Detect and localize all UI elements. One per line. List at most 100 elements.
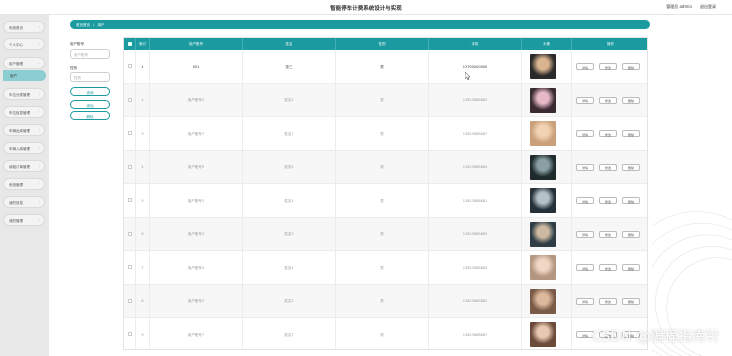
sidebar-item-label: 系统管理 (9, 183, 23, 187)
delete-row-button[interactable]: 删除 (622, 197, 640, 204)
row-checkbox[interactable] (128, 298, 132, 303)
cell-gender: 男 (336, 50, 429, 84)
cell-index: 8 (136, 284, 150, 318)
column-header: 性别 (336, 38, 429, 50)
cell-avatar (522, 117, 572, 151)
cell-avatar (522, 217, 572, 251)
row-checkbox[interactable] (128, 332, 132, 336)
edit-button[interactable]: 修改 (599, 163, 617, 171)
detail-button[interactable]: 详情 (576, 230, 594, 238)
row-checkbox[interactable] (128, 97, 132, 102)
sidebar-subitem-user[interactable]: 用户 (3, 70, 46, 81)
detail-button[interactable]: 详情 (576, 197, 594, 204)
row-select-cell (124, 117, 136, 151)
column-header: 姓名 (243, 38, 336, 50)
detail-button[interactable]: 详情 (576, 163, 594, 171)
logout-link[interactable]: 退出登录 (700, 4, 716, 10)
cell-account: 用户账号3 (150, 217, 243, 251)
delete-row-button[interactable]: 删除 (622, 297, 640, 305)
row-select-cell (124, 184, 136, 218)
delete-row-button[interactable]: 删除 (622, 63, 640, 70)
edit-button[interactable]: 修改 (599, 197, 617, 204)
edit-button[interactable]: 修改 (599, 130, 617, 137)
cell-gender: 男 (336, 284, 429, 318)
chevron-right-icon: › (38, 200, 40, 204)
sidebar-item-vehicle-out[interactable]: 车辆出库管理 › (3, 124, 45, 136)
delete-row-button[interactable]: 删除 (622, 130, 640, 137)
select-all-header[interactable] (124, 38, 136, 50)
sidebar-item-home[interactable]: 系统首页 › (3, 21, 45, 33)
detail-button[interactable]: 详情 (576, 297, 594, 305)
sidebar-item-my-info[interactable]: 我的信息 › (3, 196, 45, 208)
detail-button[interactable]: 详情 (576, 63, 594, 70)
sidebar-item-my-management[interactable]: 我的管理 › (3, 214, 45, 226)
row-checkbox[interactable] (128, 131, 132, 135)
cell-actions: 详情 修改 删除 (572, 218, 647, 252)
sidebar-item-label: 我的管理 (9, 219, 23, 223)
cell-phone: 13823888884 (429, 251, 522, 285)
detail-button[interactable]: 详情 (576, 264, 594, 271)
sidebar-item-label: 车辆入库管理 (9, 147, 30, 151)
gender-input[interactable]: 性别 (70, 72, 110, 82)
row-select-cell (124, 217, 136, 251)
row-checkbox[interactable] (128, 231, 132, 236)
sidebar-item-label: 车位分类管理 (9, 93, 30, 97)
detail-button[interactable]: 详情 (576, 130, 594, 137)
sidebar-item-user-management[interactable]: 用户管理 ⌄ (3, 57, 45, 69)
search-button[interactable]: 查询 (70, 87, 110, 96)
row-checkbox[interactable] (128, 265, 132, 269)
avatar-image (530, 54, 556, 79)
cell-account: 用户账号5 (150, 150, 243, 184)
cell-name: 姓名7 (243, 318, 336, 349)
cell-index: 5 (136, 184, 150, 218)
delete-row-button[interactable]: 删除 (622, 96, 640, 104)
cell-index: 6 (136, 217, 150, 251)
cell-phone: 13823888882 (429, 83, 522, 117)
edit-button[interactable]: 修改 (599, 63, 617, 70)
column-header: 头像 (522, 38, 572, 50)
column-header: 操作 (607, 42, 614, 46)
table-row: 1 001 张三男 13700000000 详情 修改 删除 (124, 50, 647, 84)
edit-button[interactable]: 修改 (599, 264, 617, 271)
cell-account: 用户账号2 (150, 83, 243, 117)
delete-row-button[interactable]: 删除 (622, 230, 640, 238)
chevron-right-icon: › (38, 92, 40, 96)
account-label: 用户账号 (70, 42, 84, 46)
cell-phone: 13823888887 (429, 117, 522, 151)
row-select-cell (124, 318, 136, 349)
breadcrumb-home[interactable]: 首页首页 (76, 23, 90, 27)
delete-row-button[interactable]: 删除 (622, 264, 640, 271)
sidebar-item-space-category[interactable]: 车位分类管理 › (3, 88, 45, 100)
sidebar-item-space-info[interactable]: 车位信息管理 › (3, 106, 45, 118)
cell-account: 用户账号7 (150, 117, 243, 151)
avatar-image (530, 255, 556, 280)
detail-button[interactable]: 详情 (576, 96, 594, 104)
add-button[interactable]: 添加 (70, 100, 110, 109)
row-checkbox[interactable] (128, 198, 132, 202)
sidebar-item-label: 车位信息管理 (9, 111, 30, 115)
edit-button[interactable]: 修改 (599, 230, 617, 238)
cell-name: 姓名2 (243, 83, 336, 117)
edit-button[interactable]: 修改 (599, 96, 617, 104)
delete-row-button[interactable]: 删除 (622, 163, 640, 171)
edit-button[interactable]: 修改 (599, 297, 617, 305)
cell-account: 用户账号1 (150, 184, 243, 218)
sidebar-item-vehicle-in[interactable]: 车辆入库管理 › (3, 142, 45, 154)
sidebar-item-profile[interactable]: 个人中心 › (3, 38, 45, 50)
avatar-image (530, 221, 556, 247)
delete-button[interactable]: 删除 (70, 111, 110, 120)
cell-gender: 男 (336, 184, 429, 218)
sidebar-item-label: 我的信息 (9, 201, 23, 205)
sidebar-item-renewal-orders[interactable]: 续租订单管理 › (3, 160, 45, 172)
account-input[interactable]: 用户账号 (70, 49, 110, 59)
user-table: 索引 用户账号 姓名 性别 手机 头像 操作 1 001 张三男 1370000000… (123, 37, 648, 350)
mouse-cursor-icon (465, 72, 471, 80)
cell-gender: 男 (336, 150, 429, 184)
row-select-cell (124, 150, 136, 184)
cell-phone: 13700000000 (429, 50, 522, 84)
table-row: 2 用户账号2 姓名2 男 13823888882 详情 修改 删除 (124, 83, 647, 117)
row-checkbox[interactable] (128, 164, 132, 169)
sidebar-item-system[interactable]: 系统管理 › (3, 178, 45, 190)
cell-account: 用户账号4 (150, 251, 243, 285)
row-checkbox[interactable] (128, 64, 132, 68)
